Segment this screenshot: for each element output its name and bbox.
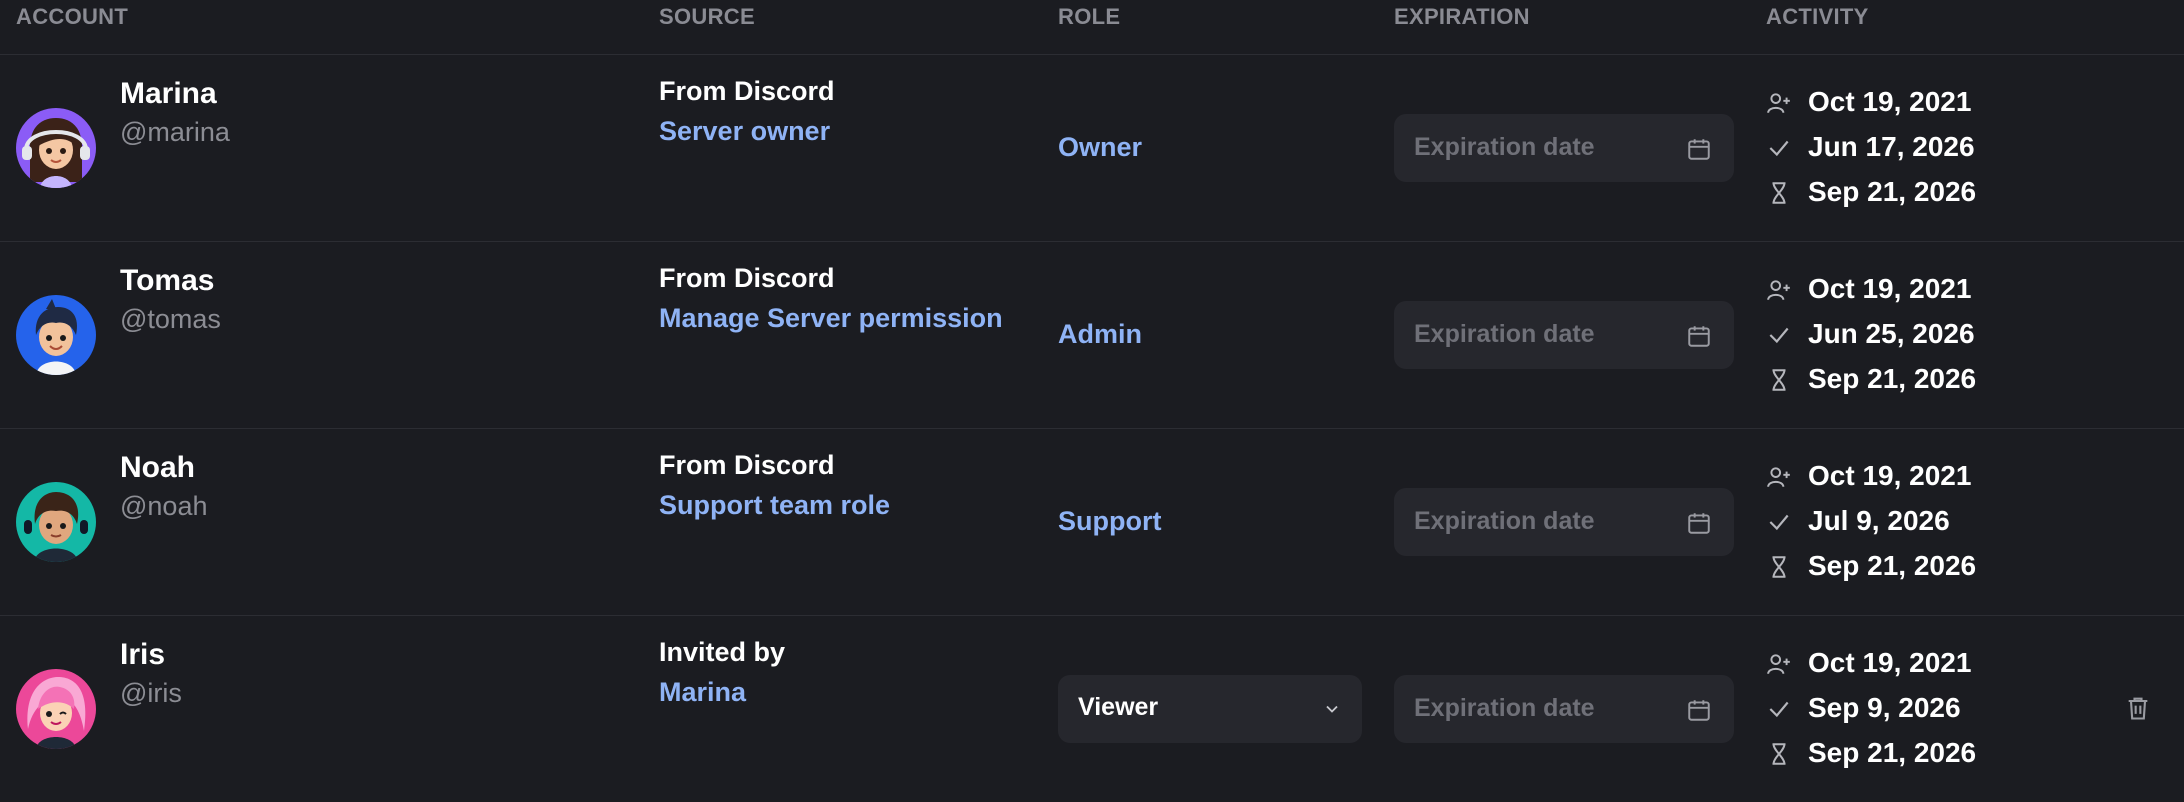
column-header-account: ACCOUNT <box>16 4 129 29</box>
expiration-placeholder: Expiration date <box>1414 507 1595 535</box>
hourglass-icon <box>1772 556 1786 578</box>
avatar <box>16 482 96 562</box>
column-header-source: SOURCE <box>659 4 755 29</box>
avatar <box>16 669 96 749</box>
activity-joined-date: Oct 19, 2021 <box>1808 273 1972 304</box>
expiration-date-input[interactable]: Expiration date <box>1394 488 1734 556</box>
user-plus-icon <box>1767 467 1790 488</box>
activity-joined-date: Oct 19, 2021 <box>1808 86 1972 117</box>
account-handle: @iris <box>120 678 182 708</box>
members-table: ACCOUNT SOURCE ROLE EXPIRATION ACTIVITY … <box>0 0 2184 802</box>
user-plus-icon <box>1767 654 1790 675</box>
activity-joined-date: Oct 19, 2021 <box>1808 647 1972 678</box>
account-name: Noah <box>120 451 195 484</box>
expiration-date-input[interactable]: Expiration date <box>1394 675 1734 743</box>
account-handle: @marina <box>120 117 230 147</box>
table-row: Tomas @tomas From Discord Manage Server … <box>0 242 2184 429</box>
check-icon <box>1769 514 1789 531</box>
source-detail-link[interactable]: Support team role <box>659 490 890 521</box>
source-title: From Discord <box>659 76 835 106</box>
calendar-icon[interactable] <box>1686 136 1712 162</box>
activity-verified-date: Jun 25, 2026 <box>1808 318 1975 349</box>
source-detail-link[interactable]: Marina <box>659 677 746 708</box>
column-header-expiration: EXPIRATION <box>1394 4 1530 29</box>
account-handle: @noah <box>120 491 208 521</box>
activity-verified-date: Jun 17, 2026 <box>1808 131 1975 162</box>
account-handle: @tomas <box>120 304 221 334</box>
activity-expiry-date: Sep 21, 2026 <box>1808 176 1977 207</box>
hourglass-icon <box>1772 182 1786 204</box>
hourglass-icon <box>1772 743 1786 765</box>
chevron-down-icon <box>1326 705 1338 713</box>
trash-icon[interactable] <box>2124 693 2152 723</box>
calendar-icon[interactable] <box>1686 697 1712 723</box>
account-name: Tomas <box>120 264 215 297</box>
activity-expiry-date: Sep 21, 2026 <box>1808 550 1977 581</box>
role-link[interactable]: Admin <box>1058 319 1142 350</box>
table-row: Noah @noah From Discord Support team rol… <box>0 429 2184 616</box>
calendar-icon[interactable] <box>1686 510 1712 536</box>
source-title: Invited by <box>659 637 786 667</box>
table-row: Marina @marina From Discord Server owner… <box>0 55 2184 242</box>
source-title: From Discord <box>659 263 835 293</box>
role-select-value: Viewer <box>1078 693 1159 721</box>
avatar <box>16 108 96 188</box>
expiration-placeholder: Expiration date <box>1414 694 1595 722</box>
check-icon <box>1769 140 1789 157</box>
activity-expiry-date: Sep 21, 2026 <box>1808 737 1977 768</box>
table-row: Iris @iris Invited by Marina Viewer Expi… <box>0 616 2184 802</box>
role-select[interactable]: Viewer <box>1058 675 1362 743</box>
activity-verified-date: Jul 9, 2026 <box>1808 505 1950 536</box>
table-header: ACCOUNT SOURCE ROLE EXPIRATION ACTIVITY <box>0 0 2184 55</box>
hourglass-icon <box>1772 369 1786 391</box>
expiration-date-input[interactable]: Expiration date <box>1394 301 1734 369</box>
source-detail-link[interactable]: Manage Server permission <box>659 303 1003 334</box>
role-link[interactable]: Owner <box>1058 132 1142 163</box>
account-name: Marina <box>120 77 217 110</box>
account-name: Iris <box>120 638 166 671</box>
expiration-date-input[interactable]: Expiration date <box>1394 114 1734 182</box>
user-plus-icon <box>1767 280 1790 301</box>
expiration-placeholder: Expiration date <box>1414 320 1595 348</box>
role-link[interactable]: Support <box>1058 506 1161 537</box>
expiration-placeholder: Expiration date <box>1414 133 1595 161</box>
check-icon <box>1769 327 1789 344</box>
check-icon <box>1769 701 1789 718</box>
avatar <box>16 295 96 375</box>
column-header-activity: ACTIVITY <box>1766 4 1869 29</box>
source-title: From Discord <box>659 450 835 480</box>
user-plus-icon <box>1767 93 1790 114</box>
calendar-icon[interactable] <box>1686 323 1712 349</box>
activity-expiry-date: Sep 21, 2026 <box>1808 363 1977 394</box>
activity-joined-date: Oct 19, 2021 <box>1808 460 1972 491</box>
column-header-role: ROLE <box>1058 4 1121 29</box>
source-detail-link[interactable]: Server owner <box>659 116 830 147</box>
activity-verified-date: Sep 9, 2026 <box>1808 692 1961 723</box>
